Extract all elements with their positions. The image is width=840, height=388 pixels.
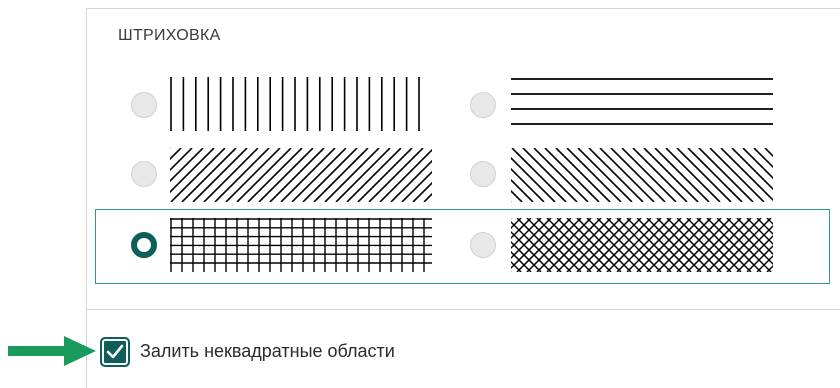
radio-grid[interactable] [131, 232, 157, 258]
radio-crosshatch[interactable] [470, 232, 496, 258]
horizontal-lines-icon [511, 78, 773, 125]
diagonal-lines-forward-icon [170, 148, 432, 202]
vertical-lines-icon [170, 77, 420, 131]
grid-icon [170, 218, 432, 272]
crosshatch-icon [511, 218, 773, 272]
radio-vertical-lines[interactable] [131, 92, 157, 118]
section-title: ШТРИХОВКА [118, 27, 221, 44]
pointer-arrow-icon [8, 336, 96, 366]
fill-nonsquare-label[interactable]: Залить неквадратные области [140, 341, 395, 362]
radio-horizontal-lines[interactable] [470, 92, 496, 118]
divider [86, 309, 840, 310]
diagonal-lines-backward-icon [511, 148, 773, 202]
fill-nonsquare-checkbox[interactable] [100, 337, 130, 367]
radio-diagonal-forward[interactable] [131, 161, 157, 187]
checkmark-icon [106, 344, 124, 359]
radio-diagonal-backward[interactable] [470, 161, 496, 187]
